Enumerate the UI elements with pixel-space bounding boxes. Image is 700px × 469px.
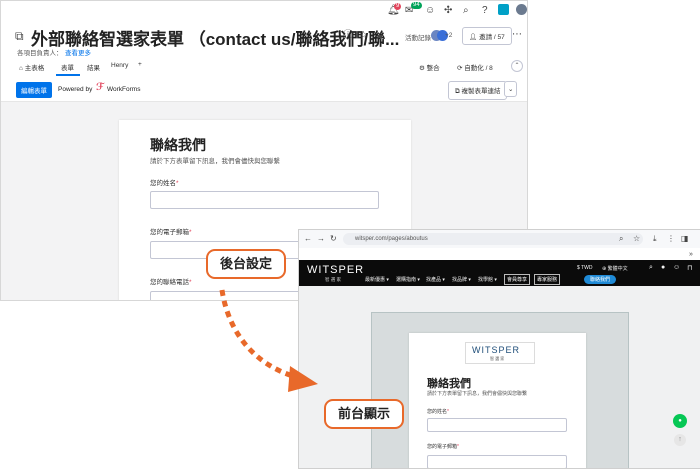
dotted-arrow-line (219, 289, 297, 380)
frontend-callout: 前台顯示 (324, 399, 404, 429)
backend-callout: 後台設定 (206, 249, 286, 279)
flow-arrow (219, 289, 318, 392)
arrow-head (288, 366, 318, 392)
